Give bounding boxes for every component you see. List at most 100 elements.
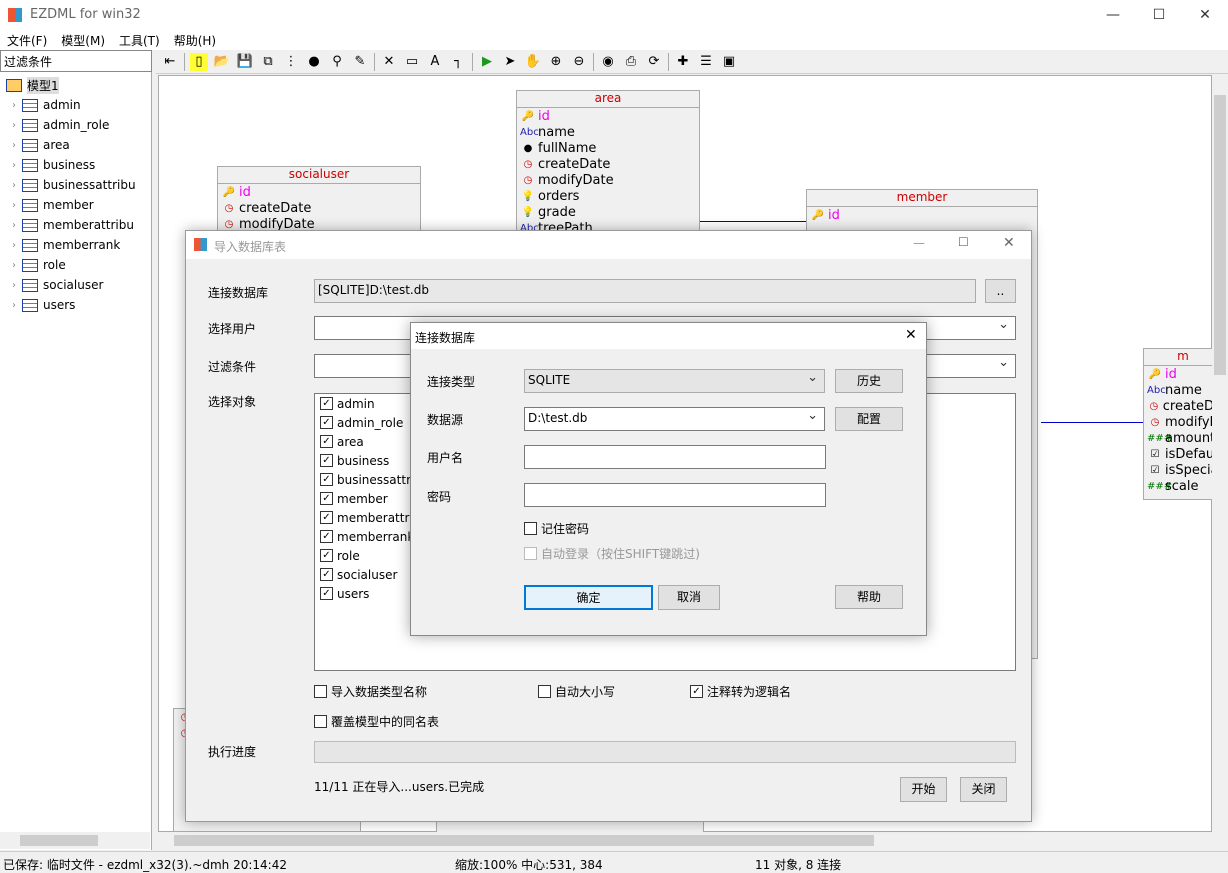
config-button[interactable]: 配置	[835, 407, 903, 431]
password-input[interactable]	[524, 483, 826, 507]
object-label: memberattri	[337, 510, 413, 525]
checkbox-box: ✓	[320, 568, 333, 581]
field-name: modifyDate	[538, 172, 614, 188]
entity-table[interactable]: area 🔑 id Abc name ● fullName ◷ createDate ◷ modif…	[516, 90, 700, 240]
menu-tools[interactable]: 工具(T)	[112, 30, 167, 50]
help-button[interactable]: 帮助	[835, 585, 903, 609]
close-button[interactable]: ✕	[905, 327, 917, 343]
start-button[interactable]: 开始	[900, 777, 947, 802]
eye-icon[interactable]: ◉	[599, 53, 617, 71]
tree-item[interactable]: › role	[0, 255, 150, 275]
ok-button[interactable]: 确定	[524, 585, 653, 610]
menu-model[interactable]: 模型(M)	[54, 30, 112, 50]
tree-item[interactable]: › business	[0, 155, 150, 175]
pointer-icon[interactable]: ➤	[501, 53, 519, 71]
save-icon[interactable]: 💾	[236, 53, 254, 71]
toolbar-separator	[668, 52, 669, 71]
overwrite-checkbox[interactable]: 覆盖模型中的同名表	[314, 713, 439, 730]
filter-label: 过滤条件	[208, 360, 257, 374]
copy-icon[interactable]: ⧉	[259, 53, 277, 71]
add-icon[interactable]: ✚	[674, 53, 692, 71]
tree-item[interactable]: › socialuser	[0, 275, 150, 295]
object-label: role	[337, 548, 360, 563]
minimize-button[interactable]: —	[913, 236, 925, 250]
type-select[interactable]: SQLITE	[524, 369, 825, 393]
tree-item[interactable]: › memberattribu	[0, 215, 150, 235]
maximize-button[interactable]: ☐	[1136, 0, 1182, 30]
type-names-checkbox[interactable]: 导入数据类型名称	[314, 683, 427, 700]
print-icon[interactable]: ⎙	[622, 53, 640, 71]
remember-checkbox[interactable]: 记住密码	[524, 520, 589, 537]
tree-item[interactable]: › admin	[0, 95, 150, 115]
checkbox-box	[538, 685, 551, 698]
close-dialog-button[interactable]: 关闭	[960, 777, 1007, 802]
properties-icon[interactable]: ☰	[697, 53, 715, 71]
filter-input[interactable]: 过滤条件	[0, 50, 152, 72]
back-icon[interactable]: ⇤	[161, 53, 179, 71]
cancel-button[interactable]: 取消	[658, 585, 720, 610]
auto-case-checkbox[interactable]: 自动大小写	[538, 683, 615, 700]
source-select[interactable]: D:\test.db	[524, 407, 825, 431]
menu-help[interactable]: 帮助(H)	[167, 30, 223, 50]
fullscreen-icon[interactable]: ▣	[720, 53, 738, 71]
relationship-line[interactable]	[700, 221, 806, 222]
zoom-out-icon[interactable]: ⊖	[570, 53, 588, 71]
object-label: memberrank	[337, 529, 415, 544]
tree-item[interactable]: › businessattribu	[0, 175, 150, 195]
tree-item-label: businessattribu	[43, 178, 136, 192]
new-icon[interactable]: ▯	[190, 52, 208, 71]
text-icon[interactable]: A	[426, 53, 444, 71]
field-name: id	[828, 207, 840, 223]
checkbox-box: ✓	[690, 685, 703, 698]
field-name: fullName	[538, 140, 597, 156]
import-dialog-title: 导入数据库表	[214, 240, 287, 254]
comment-checkbox[interactable]: ✓ 注释转为逻辑名	[690, 683, 791, 700]
tree-item[interactable]: › admin_role	[0, 115, 150, 135]
pencil-icon[interactable]: ✎	[351, 53, 369, 71]
object-label: admin_role	[337, 415, 404, 430]
table-icon[interactable]: ▭	[403, 53, 421, 71]
zoom-in-icon[interactable]: ⊕	[547, 53, 565, 71]
tree-item[interactable]: › memberrank	[0, 235, 150, 255]
relationship-line[interactable]	[1041, 422, 1143, 423]
clock-icon: ◷	[224, 202, 234, 214]
find-icon[interactable]: ⚲	[328, 53, 346, 71]
hand-icon[interactable]: ✋	[524, 53, 542, 71]
connection-field[interactable]: [SQLITE]D:\test.db	[314, 279, 976, 303]
chevron-right-icon: ›	[12, 139, 16, 151]
checkbox-label: 自动登录（按住SHIFT键跳过)	[541, 547, 700, 561]
globe-icon[interactable]: ●	[305, 53, 323, 71]
canvas-hscroll[interactable]	[158, 832, 1212, 849]
entity-table[interactable]: m 🔑 id Abc name ◷ createDa ◷ modifyD ### amount ☑ is…	[1143, 348, 1223, 500]
checkbox-box	[314, 715, 327, 728]
close-button[interactable]: ✕	[1182, 0, 1228, 30]
tree-item[interactable]: › member	[0, 195, 150, 215]
browse-button[interactable]: ..	[985, 279, 1016, 303]
tree-item[interactable]: › area	[0, 135, 150, 155]
delete-icon[interactable]: ✕	[380, 53, 398, 71]
checkbox-box: ✓	[320, 511, 333, 524]
refresh-icon[interactable]: ⟳	[645, 53, 663, 71]
close-button[interactable]: ✕	[1003, 235, 1015, 251]
checkbox-label: 自动大小写	[555, 685, 616, 699]
entity-table[interactable]: socialuser 🔑 id ◷ createDate ◷ modifyDate	[217, 166, 421, 236]
minimize-button[interactable]: —	[1090, 0, 1136, 30]
menu-file[interactable]: 文件(F)	[0, 30, 54, 50]
open-icon[interactable]: 📂	[213, 53, 231, 71]
objects-label: 选择对象	[208, 395, 257, 409]
tree-icon[interactable]: ⋮	[282, 53, 300, 71]
tree-hscroll[interactable]	[0, 832, 150, 849]
table-icon	[22, 178, 38, 192]
history-button[interactable]: 历史	[835, 369, 903, 393]
username-input[interactable]	[524, 445, 826, 469]
maximize-button[interactable]: ☐	[958, 235, 969, 249]
tree-item[interactable]: › users	[0, 295, 150, 315]
entity-title: member	[807, 190, 1037, 207]
canvas-vscroll[interactable]	[1212, 75, 1228, 832]
entity-field: Abc name	[1144, 382, 1222, 398]
tree-root[interactable]: 模型1	[0, 75, 150, 95]
entity-field: 🔑 id	[807, 207, 1037, 223]
checkbox-box	[524, 547, 537, 560]
link-icon[interactable]: ┐	[449, 53, 467, 71]
run-icon[interactable]: ▶	[478, 53, 496, 71]
